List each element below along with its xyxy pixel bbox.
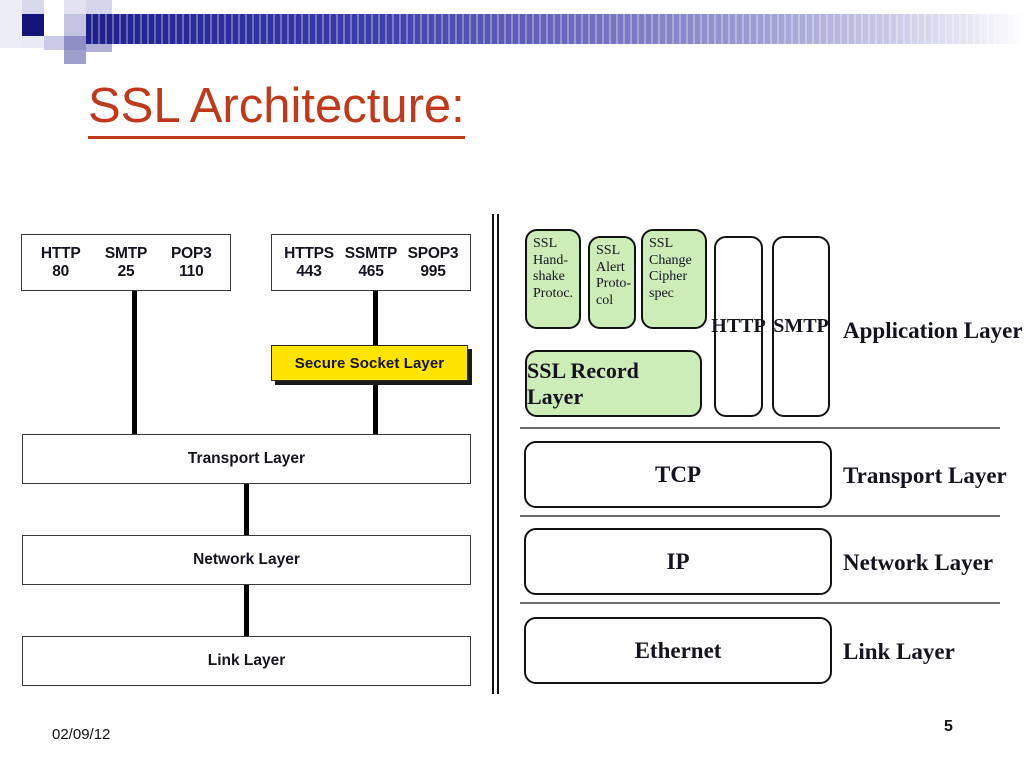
deco-square-navy <box>22 14 44 36</box>
port-name: SPOP3 <box>407 244 459 262</box>
port-number: 995 <box>420 262 446 280</box>
port-number: 110 <box>179 262 204 280</box>
header-gradient-stripes <box>86 14 1024 44</box>
separator-transport-network <box>520 515 1000 517</box>
right-protocol-ethernet: Ethernet <box>524 617 832 684</box>
left-layer-link: Link Layer <box>22 636 471 686</box>
deco-square <box>64 36 86 50</box>
secure-socket-layer-box: Secure Socket Layer <box>271 345 468 381</box>
port-number: 465 <box>358 262 384 280</box>
ssl-change-cipher-spec-box: SSL Change Cipher spec <box>641 229 707 329</box>
diagram-divider <box>492 214 501 694</box>
secure-ports-numbers: 443 465 995 <box>278 263 464 281</box>
connector-ssl-to-transport <box>373 381 378 435</box>
separator-application-transport <box>520 427 1000 429</box>
connector-plain-to-transport <box>132 291 137 435</box>
slide: SSL Architecture: HTTP SMTP POP3 80 25 1… <box>0 0 1024 768</box>
deco-square <box>64 14 86 36</box>
deco-square <box>86 44 112 52</box>
deco-square <box>22 36 44 48</box>
app-box-smtp: SMTP <box>772 236 830 417</box>
ssl-record-layer-box: SSL Record Layer <box>525 350 702 417</box>
right-protocol-ip: IP <box>524 528 832 595</box>
app-box-http: HTTP <box>711 236 766 417</box>
port-name: HTTPS <box>284 244 334 262</box>
port-number: 443 <box>296 262 322 280</box>
deco-square <box>44 36 64 50</box>
left-layer-network: Network Layer <box>22 535 471 585</box>
deco-square <box>86 0 112 14</box>
right-label-application-layer: Application Layer <box>843 318 1023 343</box>
connector-secure-to-ssl <box>373 291 378 345</box>
port-number: 80 <box>52 262 70 280</box>
secure-ports-names: HTTPS SSMTP SPOP3 <box>278 245 464 263</box>
separator-network-link <box>520 602 1000 604</box>
right-label-transport-layer: Transport Layer <box>843 463 1007 488</box>
ssl-handshake-protocol-box: SSL Hand- shake Protoc. <box>525 229 581 329</box>
port-name: HTTP <box>40 244 81 262</box>
port-name: SSMTP <box>344 244 398 262</box>
connector-transport-to-network <box>244 484 249 538</box>
plain-ports-box: HTTP SMTP POP3 80 25 110 <box>21 234 231 291</box>
ssl-alert-protocol-box: SSL Alert Proto- col <box>588 236 636 329</box>
deco-square <box>64 50 86 64</box>
deco-square <box>0 0 22 48</box>
plain-ports-numbers: 80 25 110 <box>28 263 224 281</box>
port-name: SMTP <box>104 244 148 262</box>
header-decoration <box>0 0 1024 64</box>
port-name: POP3 <box>171 244 212 262</box>
slide-date: 02/09/12 <box>52 726 111 743</box>
page-title: SSL Architecture: <box>88 81 465 139</box>
right-label-link-layer: Link Layer <box>843 639 955 664</box>
deco-square <box>44 0 64 36</box>
plain-ports-names: HTTP SMTP POP3 <box>28 245 224 263</box>
right-label-network-layer: Network Layer <box>843 550 994 575</box>
port-number: 25 <box>117 262 135 280</box>
deco-square <box>22 0 44 14</box>
slide-page-number: 5 <box>944 718 953 735</box>
right-protocol-tcp: TCP <box>524 441 832 508</box>
deco-square <box>64 0 86 14</box>
connector-network-to-link <box>244 585 249 636</box>
secure-ports-box: HTTPS SSMTP SPOP3 443 465 995 <box>271 234 471 291</box>
left-layer-transport: Transport Layer <box>22 434 471 484</box>
